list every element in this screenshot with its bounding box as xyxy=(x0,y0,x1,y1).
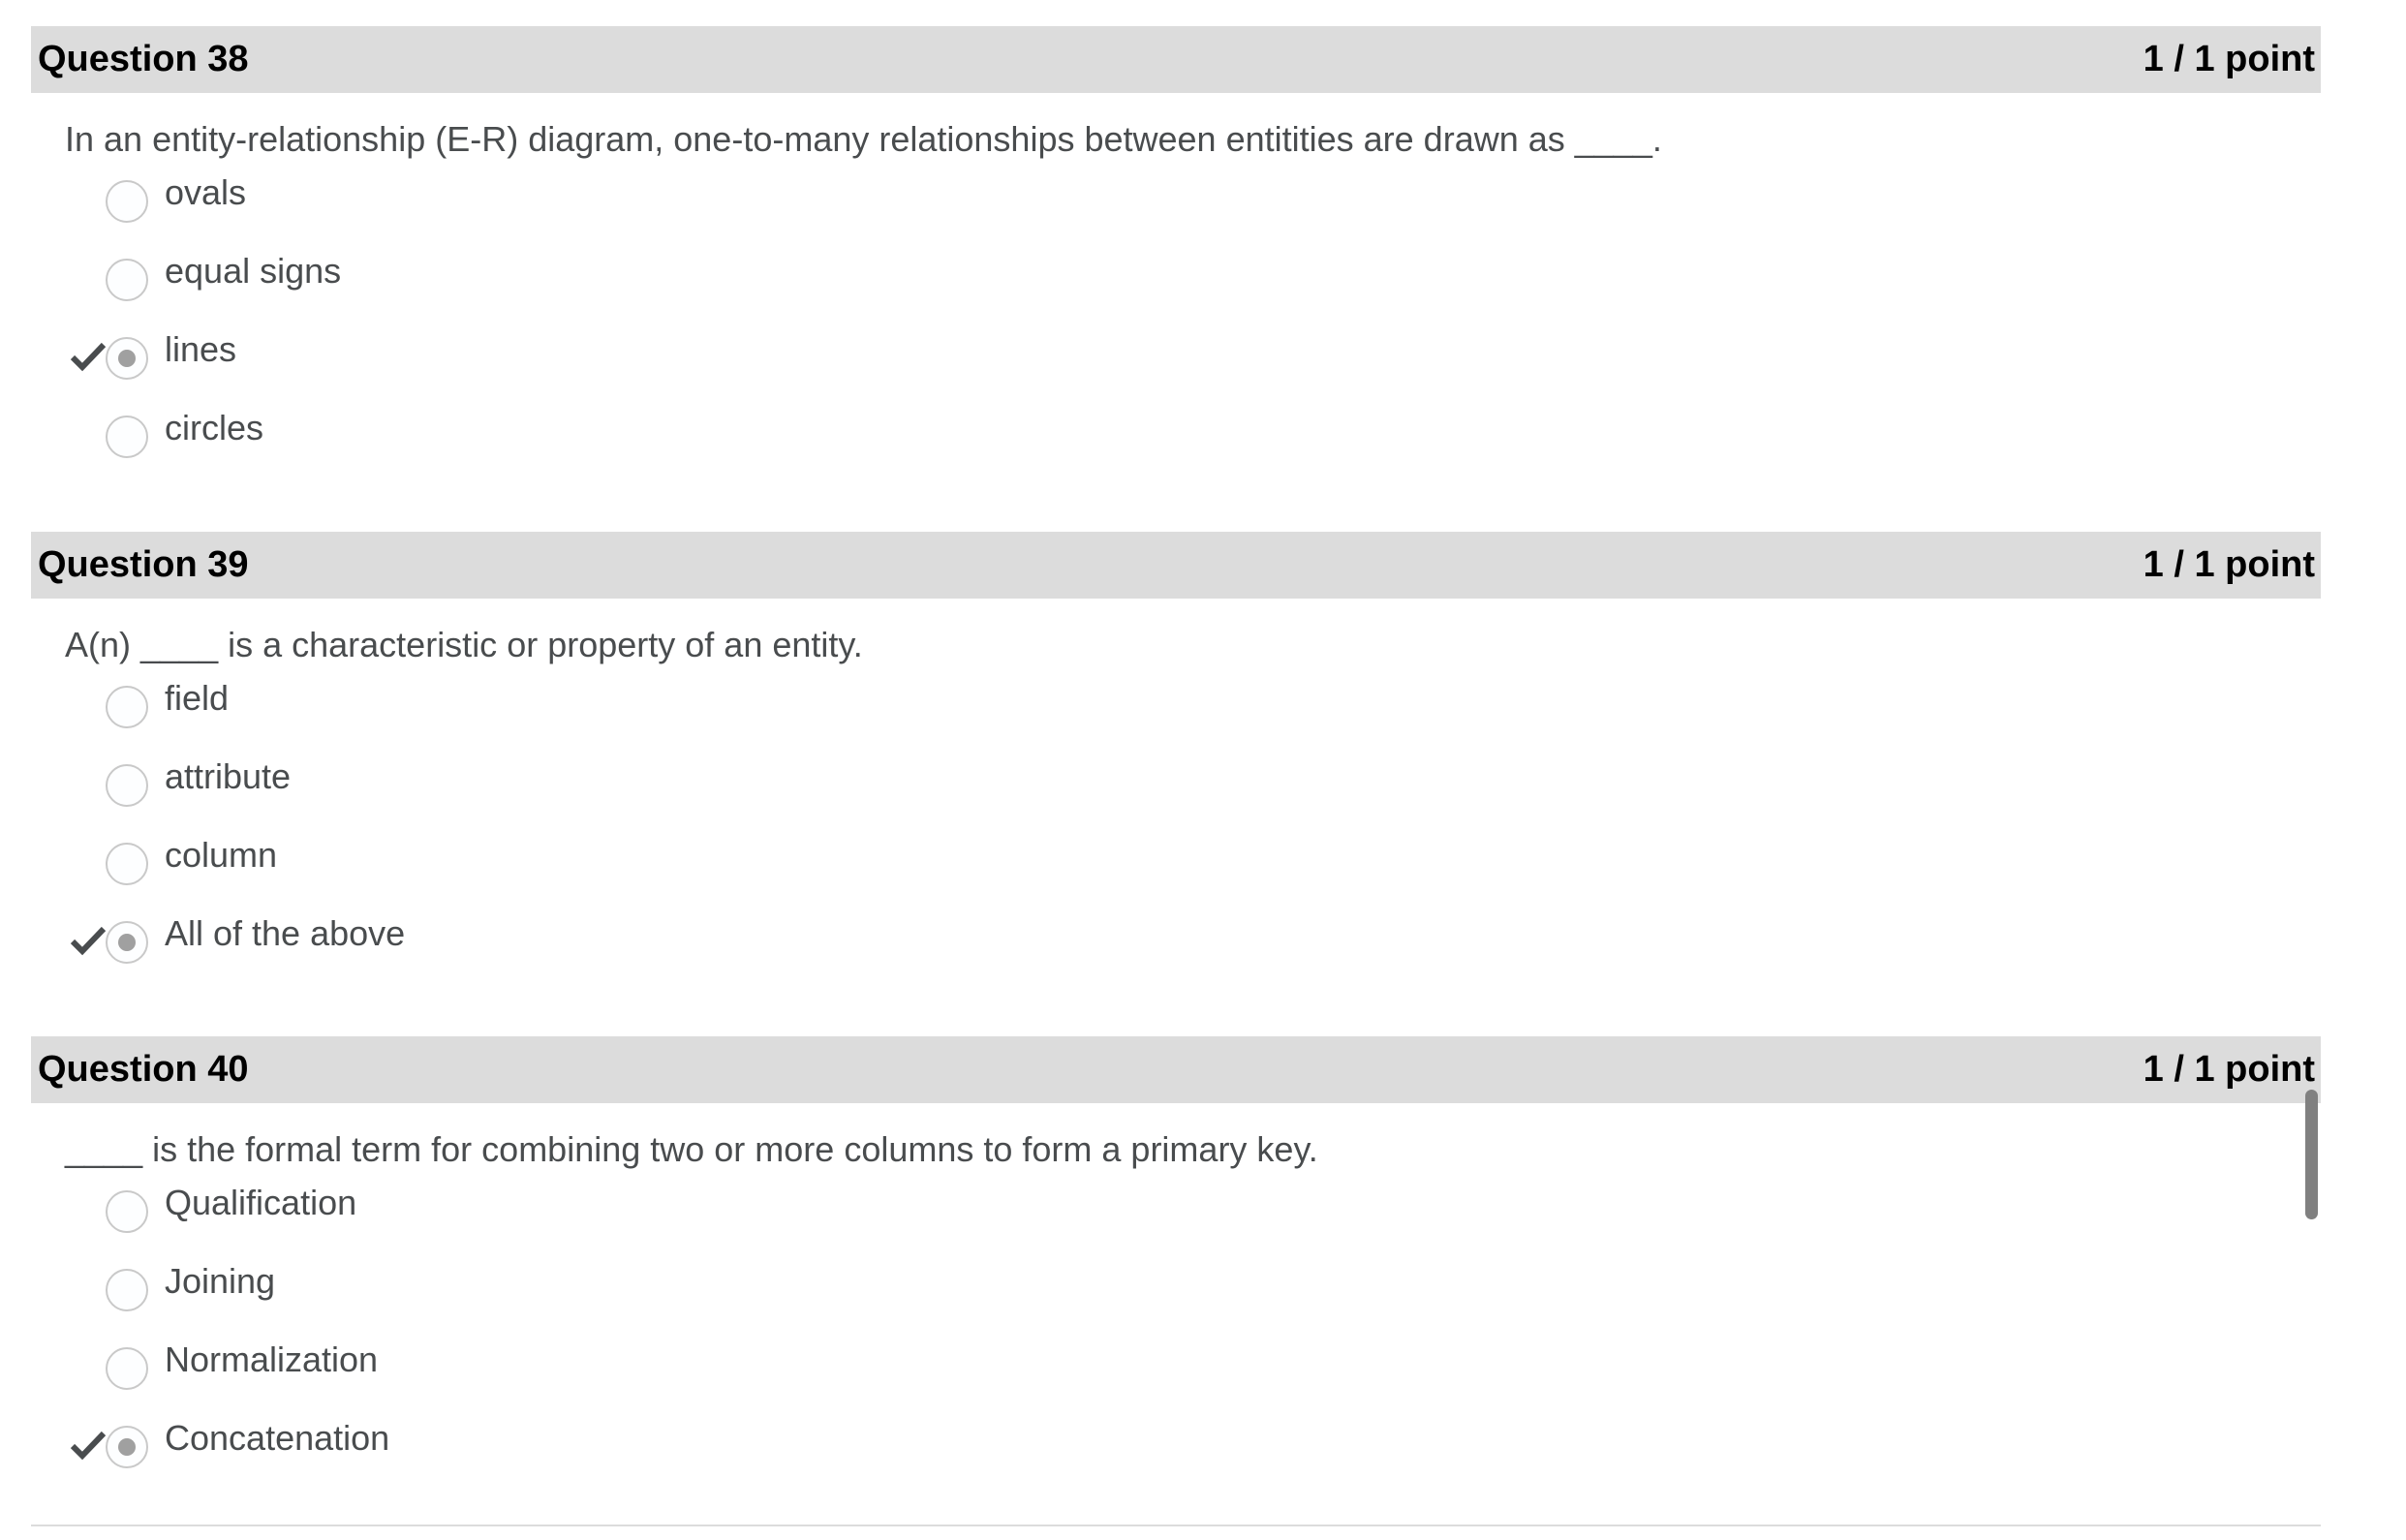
option-label: attribute xyxy=(165,756,292,796)
scrollbar[interactable] xyxy=(2305,1090,2318,1219)
radio-button[interactable] xyxy=(106,259,148,301)
question-text: In an entity-relationship (E-R) diagram,… xyxy=(65,119,1662,159)
answer-option[interactable]: ovals xyxy=(0,169,1162,227)
radio-button[interactable] xyxy=(106,686,148,728)
answer-option[interactable]: Joining xyxy=(0,1257,1162,1315)
radio-button[interactable] xyxy=(106,843,148,885)
divider xyxy=(31,1525,2321,1526)
question-score: 1 / 1 point xyxy=(2143,39,2315,79)
question-text: A(n) ____ is a characteristic or propert… xyxy=(65,625,863,664)
radio-button[interactable] xyxy=(106,416,148,458)
answer-option[interactable]: column xyxy=(0,831,1162,889)
option-label: Qualification xyxy=(165,1183,357,1222)
answer-option[interactable]: All of the above xyxy=(0,909,1162,968)
option-label: ovals xyxy=(165,172,247,212)
radio-button[interactable] xyxy=(106,180,148,223)
option-label: column xyxy=(165,835,278,875)
question-38: Question 38 1 / 1 point In an entity-rel… xyxy=(0,26,2406,530)
checkmark-icon xyxy=(70,926,107,956)
question-40: Question 40 1 / 1 point ____ is the form… xyxy=(0,1036,2406,1540)
option-label: field xyxy=(165,678,230,718)
checkmark-icon xyxy=(70,342,107,372)
answer-option[interactable]: attribute xyxy=(0,753,1162,811)
question-title: Question 38 xyxy=(38,39,249,79)
answer-option[interactable]: field xyxy=(0,674,1162,732)
question-header: Question 40 1 / 1 point xyxy=(31,1036,2321,1103)
option-label: circles xyxy=(165,408,264,447)
answer-option[interactable]: Qualification xyxy=(0,1179,1162,1237)
question-39: Question 39 1 / 1 point A(n) ____ is a c… xyxy=(0,532,2406,1035)
answer-option[interactable]: circles xyxy=(0,404,1162,462)
radio-button[interactable] xyxy=(106,921,148,964)
radio-button[interactable] xyxy=(106,764,148,807)
question-score: 1 / 1 point xyxy=(2143,1049,2315,1090)
radio-button[interactable] xyxy=(106,1269,148,1311)
option-label: Joining xyxy=(165,1261,276,1301)
answer-option[interactable]: Concatenation xyxy=(0,1414,1162,1472)
question-title: Question 39 xyxy=(38,544,249,585)
question-title: Question 40 xyxy=(38,1049,249,1090)
option-label: Normalization xyxy=(165,1340,379,1379)
checkmark-icon xyxy=(70,1431,107,1461)
radio-button[interactable] xyxy=(106,1347,148,1390)
radio-button[interactable] xyxy=(106,1426,148,1468)
question-score: 1 / 1 point xyxy=(2143,544,2315,585)
question-text: ____ is the formal term for combining tw… xyxy=(65,1129,1318,1169)
option-label: Concatenation xyxy=(165,1418,390,1458)
radio-button[interactable] xyxy=(106,1190,148,1233)
answer-option[interactable]: equal signs xyxy=(0,247,1162,305)
question-header: Question 39 1 / 1 point xyxy=(31,532,2321,599)
option-label: equal signs xyxy=(165,251,342,291)
answer-option[interactable]: Normalization xyxy=(0,1336,1162,1394)
question-header: Question 38 1 / 1 point xyxy=(31,26,2321,93)
option-label: All of the above xyxy=(165,913,406,953)
answer-option[interactable]: lines xyxy=(0,325,1162,384)
option-label: lines xyxy=(165,329,237,369)
radio-button[interactable] xyxy=(106,337,148,380)
